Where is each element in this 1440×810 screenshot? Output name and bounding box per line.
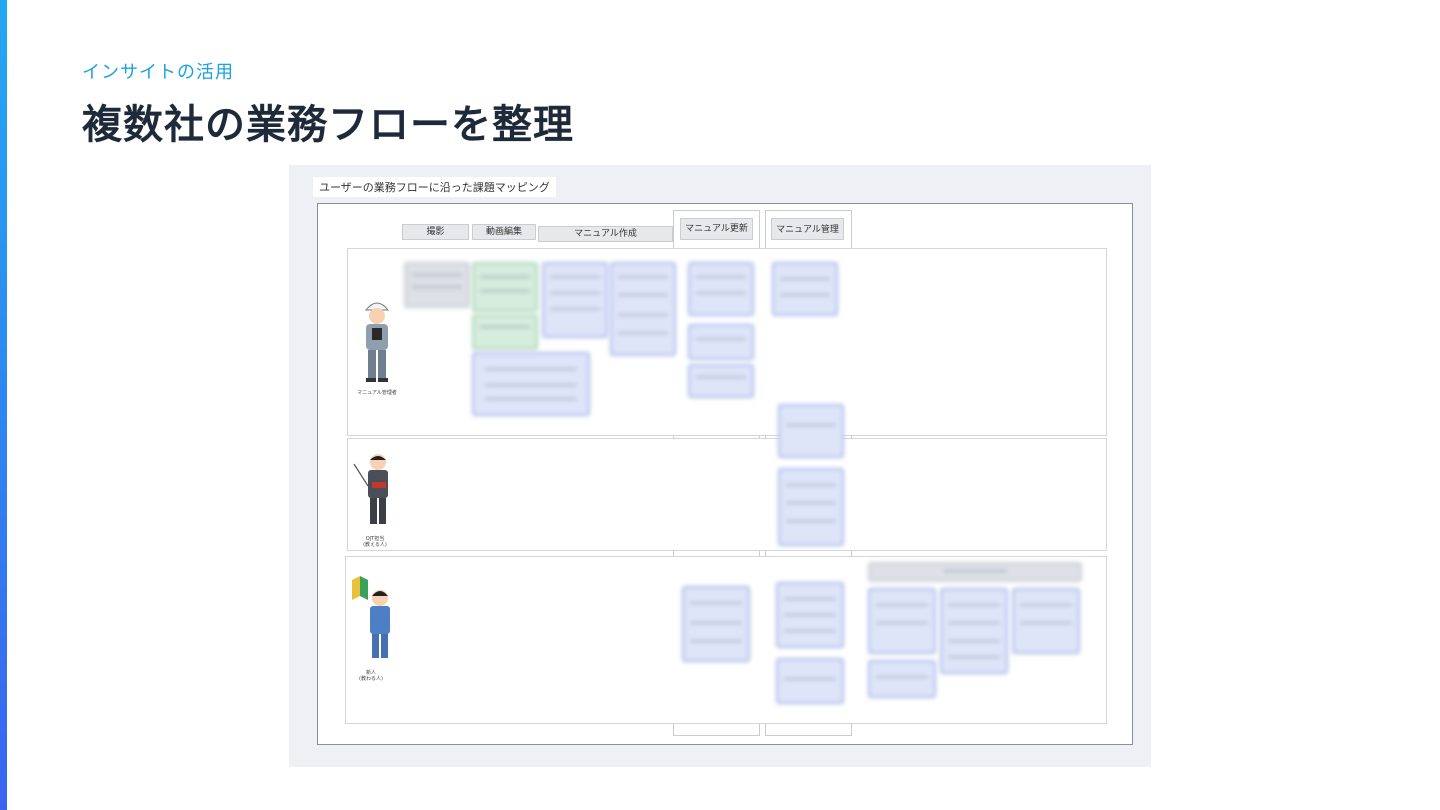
persona-manager: マニュアル管理者 [354, 296, 400, 396]
insight-card [778, 468, 844, 546]
insight-card [940, 588, 1008, 674]
phase-header-creation: マニュアル作成 [538, 226, 673, 242]
insight-card [778, 404, 844, 458]
swimlane-ojt [347, 438, 1107, 551]
insight-card [682, 586, 750, 662]
flow-figure: ユーザーの業務フローに沿った課題マッピング 撮影 動画編集 マニュアル作成 マニ… [289, 165, 1151, 767]
insight-card [688, 364, 754, 398]
insight-card [610, 262, 676, 356]
persona-label-newcomer: 新人 (教わる人) [359, 670, 383, 682]
persona-newcomer: 新人 (教わる人) [348, 574, 394, 682]
phase-header-manage: マニュアル管理 [771, 218, 844, 240]
insight-card [868, 588, 936, 654]
group-header-card [868, 562, 1082, 582]
mapping-board: 撮影 動画編集 マニュアル作成 マニュアル更新 マニュアル管理 マニュアル管理者 [317, 203, 1133, 745]
persona-label-ojt: OJT担当 (教える人) [363, 536, 387, 548]
insight-card [776, 658, 844, 704]
insight-card [404, 262, 470, 308]
phase-header-update: マニュアル更新 [680, 218, 753, 240]
teacher-pointer-icon [353, 454, 388, 524]
insight-card [688, 324, 754, 360]
insight-card [1012, 588, 1080, 654]
persona-label-manager: マニュアル管理者 [357, 390, 397, 396]
insight-card [868, 660, 936, 698]
insight-card [542, 262, 608, 338]
insight-card [776, 582, 844, 648]
persona-ojt: OJT担当 (教える人) [352, 452, 398, 548]
section-eyebrow: インサイトの活用 [82, 62, 234, 83]
accent-bar [0, 0, 7, 810]
figure-caption: ユーザーの業務フローに沿った課題マッピング [313, 177, 556, 197]
worker-helmet-icon [364, 302, 390, 382]
phase-header-editing: 動画編集 [472, 224, 536, 240]
insight-card [688, 262, 754, 316]
insight-card [472, 262, 538, 312]
insight-card [472, 352, 590, 416]
page-title: 複数社の業務フローを整理 [82, 102, 574, 148]
insight-card [472, 314, 538, 350]
insight-card [772, 262, 838, 316]
phase-header-shooting: 撮影 [402, 224, 469, 240]
beginner-mark-icon [352, 576, 390, 658]
